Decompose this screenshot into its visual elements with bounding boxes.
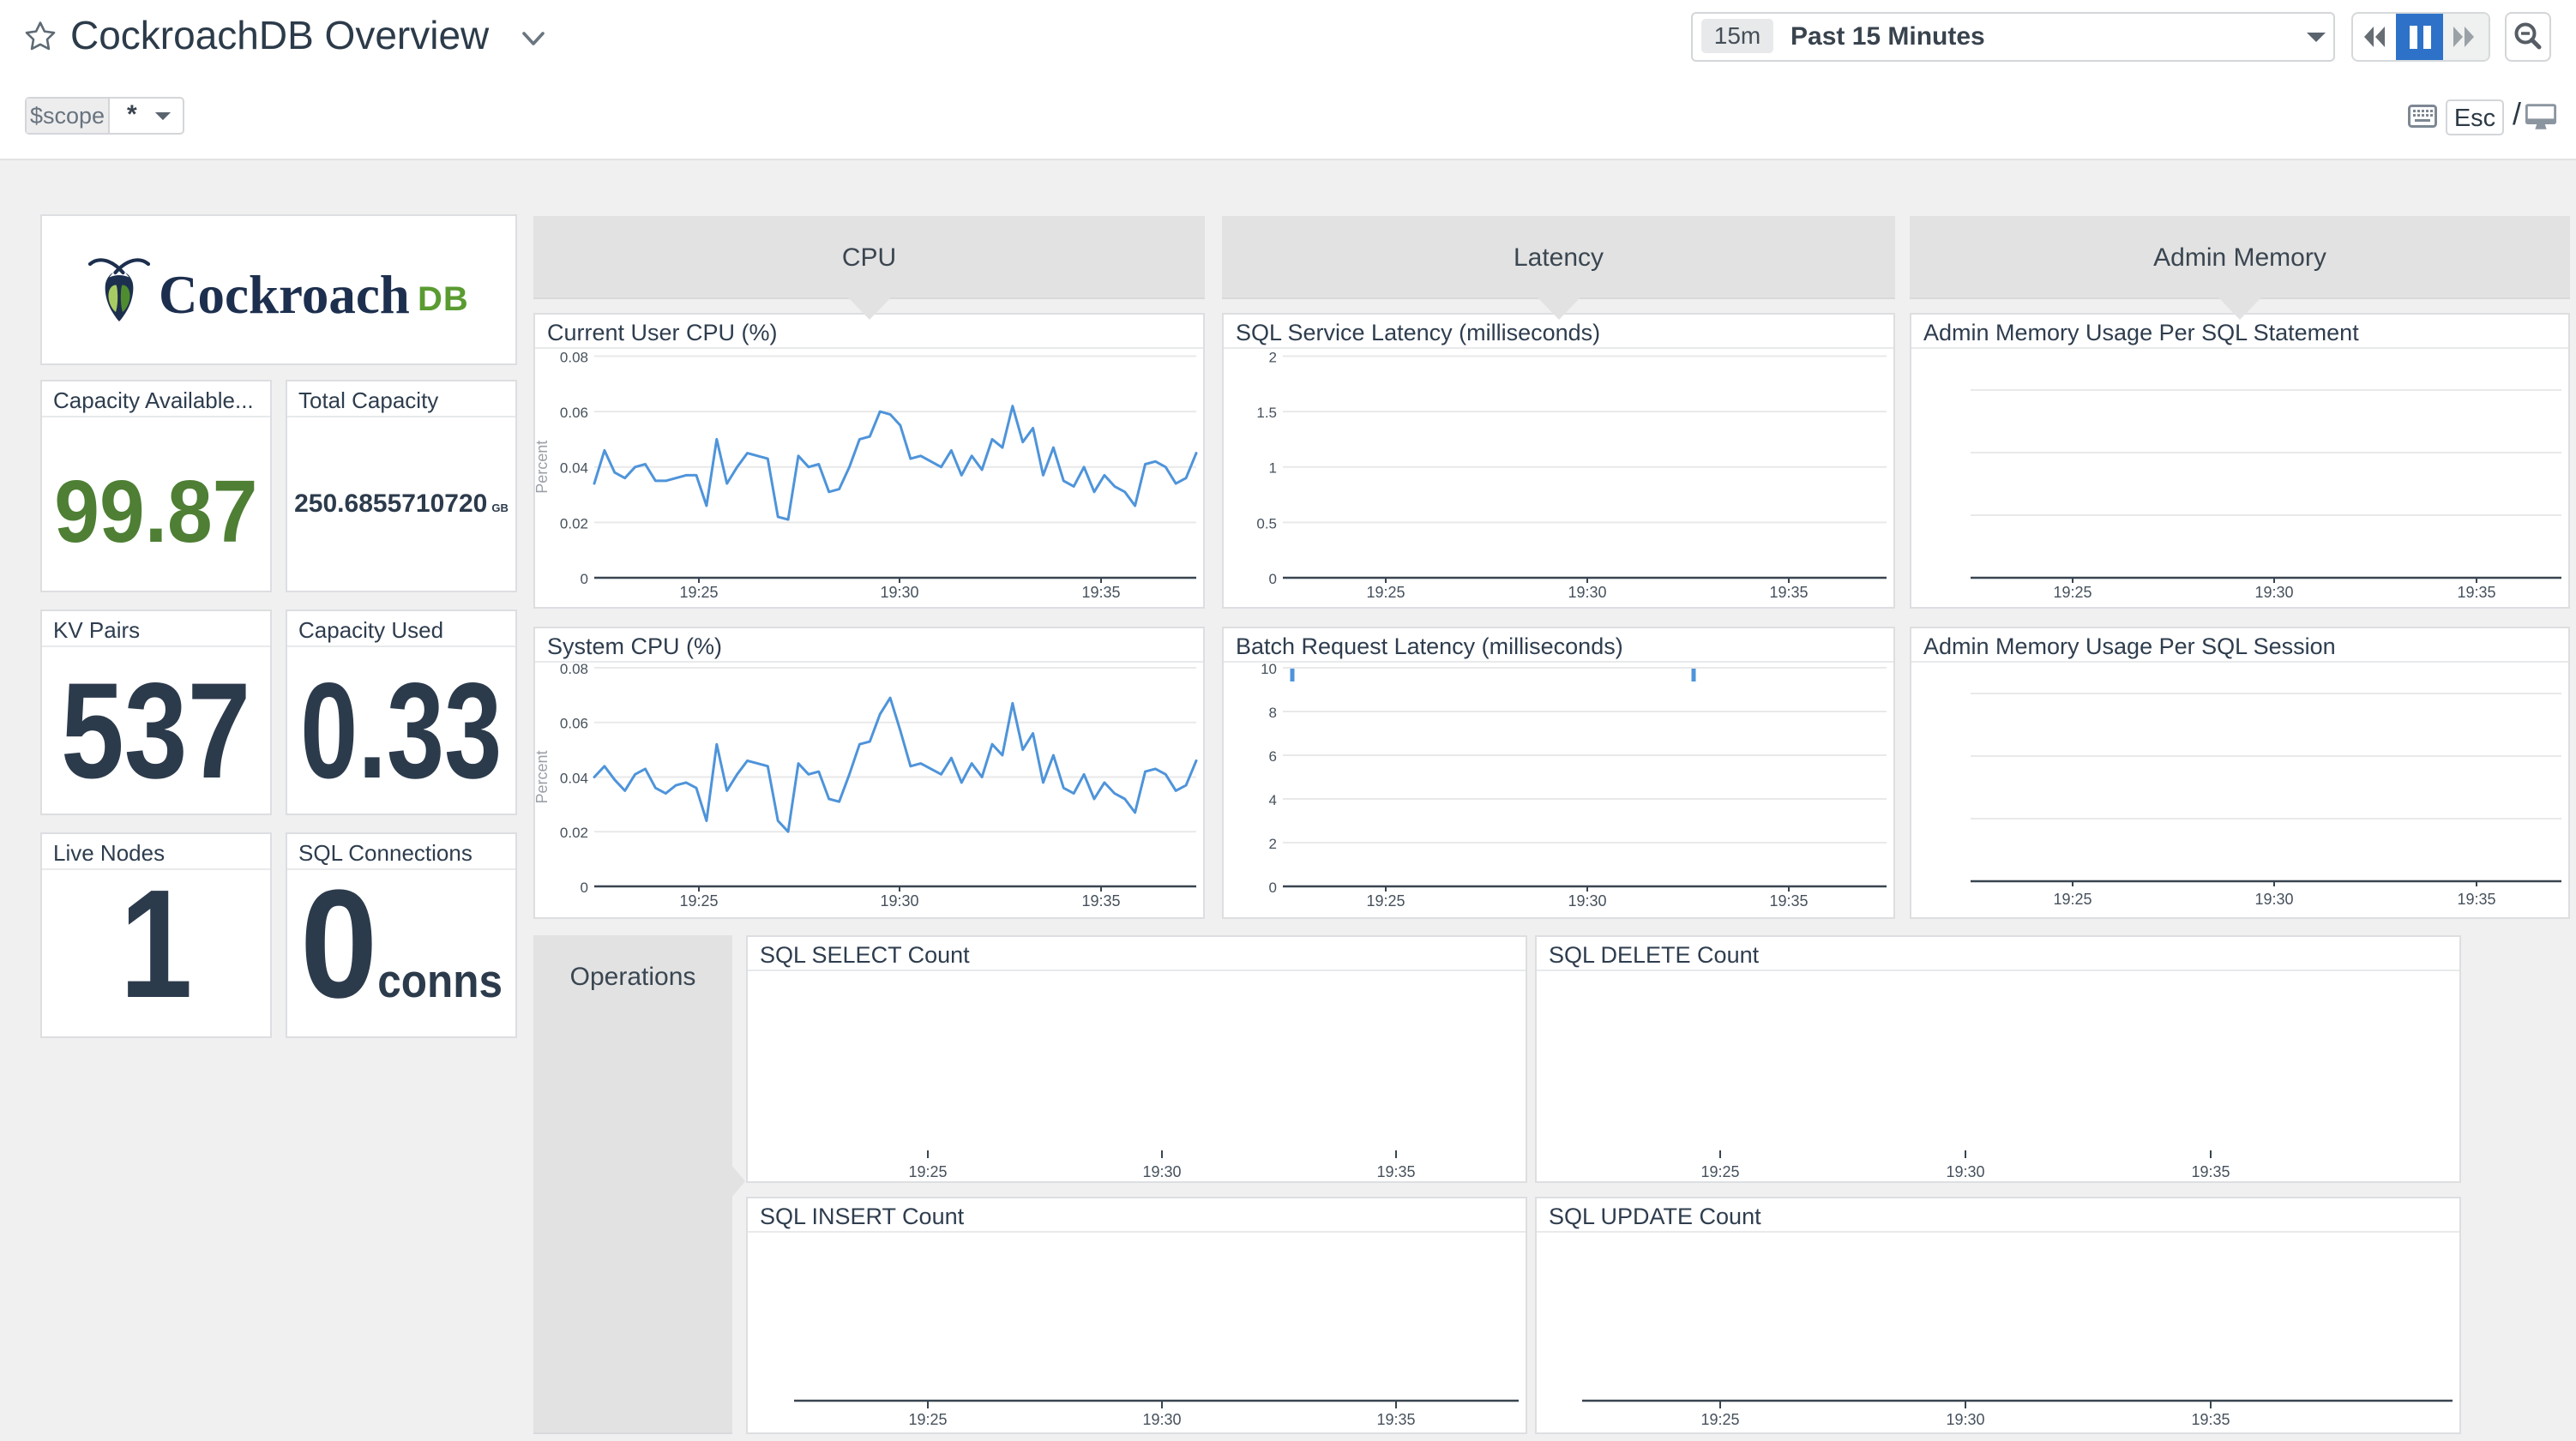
svg-text:19:30: 19:30 [2254, 891, 2293, 908]
svg-text:19:25: 19:25 [679, 892, 718, 910]
svg-text:19:35: 19:35 [2191, 1163, 2230, 1180]
svg-text:19:30: 19:30 [1568, 584, 1606, 601]
svg-text:8: 8 [1269, 705, 1277, 721]
svg-text:0.08: 0.08 [560, 350, 588, 366]
svg-text:0.06: 0.06 [560, 405, 588, 421]
svg-text:19:35: 19:35 [1376, 1163, 1415, 1180]
svg-text:19:35: 19:35 [2457, 891, 2495, 908]
svg-text:19:35: 19:35 [1081, 584, 1120, 601]
svg-text:0.08: 0.08 [560, 661, 588, 677]
svg-text:19:25: 19:25 [2053, 584, 2091, 601]
svg-text:19:30: 19:30 [2254, 584, 2293, 601]
svg-text:6: 6 [1269, 748, 1277, 765]
svg-text:10: 10 [1261, 661, 1277, 677]
svg-text:19:30: 19:30 [880, 892, 918, 910]
svg-text:19:25: 19:25 [2053, 891, 2091, 908]
svg-text:19:35: 19:35 [2191, 1411, 2230, 1428]
svg-text:0: 0 [581, 571, 588, 587]
svg-text:1.5: 1.5 [1256, 405, 1277, 421]
svg-text:19:25: 19:25 [1366, 584, 1405, 601]
svg-text:0.02: 0.02 [560, 825, 588, 841]
svg-text:19:25: 19:25 [1700, 1411, 1739, 1428]
svg-text:19:25: 19:25 [1366, 892, 1405, 910]
svg-text:19:35: 19:35 [2457, 584, 2495, 601]
svg-text:4: 4 [1269, 792, 1277, 808]
svg-text:19:35: 19:35 [1081, 892, 1120, 910]
svg-text:19:25: 19:25 [1700, 1163, 1739, 1180]
svg-text:19:30: 19:30 [1946, 1411, 1984, 1428]
svg-text:0: 0 [581, 880, 588, 896]
svg-text:0.04: 0.04 [560, 460, 588, 477]
svg-text:0: 0 [1269, 880, 1277, 896]
svg-text:0.5: 0.5 [1256, 515, 1277, 531]
svg-text:0.02: 0.02 [560, 515, 588, 531]
svg-text:19:30: 19:30 [1568, 892, 1606, 910]
svg-text:19:35: 19:35 [1769, 892, 1808, 910]
svg-text:Percent: Percent [535, 441, 551, 494]
svg-text:19:30: 19:30 [1142, 1163, 1181, 1180]
svg-text:1: 1 [1269, 460, 1277, 477]
svg-text:2: 2 [1269, 350, 1277, 366]
svg-text:19:35: 19:35 [1376, 1411, 1415, 1428]
svg-text:0: 0 [1269, 571, 1277, 587]
svg-text:19:25: 19:25 [908, 1163, 947, 1180]
svg-text:19:25: 19:25 [908, 1411, 947, 1428]
svg-text:19:35: 19:35 [1769, 584, 1808, 601]
svg-text:0.04: 0.04 [560, 771, 588, 787]
svg-text:19:30: 19:30 [1142, 1411, 1181, 1428]
svg-text:Percent: Percent [535, 750, 551, 803]
svg-text:0.06: 0.06 [560, 716, 588, 732]
svg-text:19:25: 19:25 [679, 584, 718, 601]
svg-text:2: 2 [1269, 836, 1277, 852]
svg-text:19:30: 19:30 [880, 584, 918, 601]
svg-text:19:30: 19:30 [1946, 1163, 1984, 1180]
